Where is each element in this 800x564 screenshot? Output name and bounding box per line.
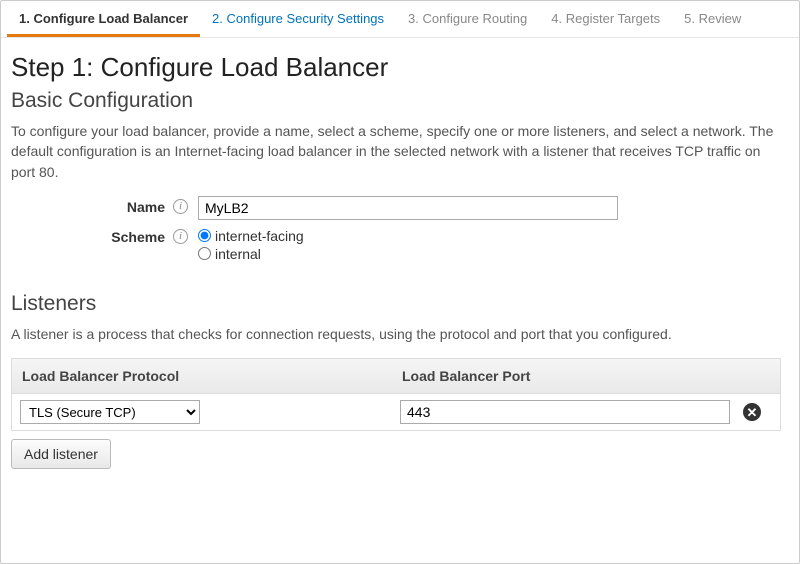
step-routing[interactable]: 3. Configure Routing (396, 1, 539, 37)
info-icon[interactable]: i (173, 229, 188, 244)
step-security[interactable]: 2. Configure Security Settings (200, 1, 396, 37)
scheme-internet-label: internet-facing (215, 228, 304, 244)
table-row: TLS (Secure TCP) ✕ (12, 394, 780, 430)
row-name: Name i (11, 196, 781, 220)
scheme-internet-radio[interactable] (198, 229, 211, 242)
content-scroll[interactable]: Step 1: Configure Load Balancer Basic Co… (1, 38, 799, 560)
basic-config-heading: Basic Configuration (11, 89, 781, 113)
scheme-label: Scheme (11, 226, 171, 245)
row-scheme: Scheme i internet-facing internal (11, 226, 781, 264)
name-label: Name (11, 196, 171, 215)
step-configure-lb[interactable]: 1. Configure Load Balancer (7, 1, 200, 37)
page-title: Step 1: Configure Load Balancer (11, 52, 781, 83)
listeners-table: Load Balancer Protocol Load Balancer Por… (11, 358, 781, 431)
listeners-description: A listener is a process that checks for … (11, 324, 781, 344)
protocol-select[interactable]: TLS (Secure TCP) (20, 400, 200, 424)
step-targets[interactable]: 4. Register Targets (539, 1, 672, 37)
listeners-heading: Listeners (11, 292, 781, 316)
add-listener-button[interactable]: Add listener (11, 439, 111, 469)
scheme-internal-radio[interactable] (198, 247, 211, 260)
info-icon[interactable]: i (173, 199, 188, 214)
wizard-steps: 1. Configure Load Balancer 2. Configure … (1, 1, 799, 38)
col-protocol-header: Load Balancer Protocol (12, 359, 392, 393)
basic-config-description: To configure your load balancer, provide… (11, 121, 781, 182)
port-input[interactable] (400, 400, 730, 424)
scheme-internal-label: internal (215, 246, 261, 262)
name-input[interactable] (198, 196, 618, 220)
col-port-header: Load Balancer Port (392, 359, 740, 393)
table-header: Load Balancer Protocol Load Balancer Por… (12, 359, 780, 394)
remove-listener-icon[interactable]: ✕ (743, 403, 761, 421)
step-review[interactable]: 5. Review (672, 1, 753, 37)
